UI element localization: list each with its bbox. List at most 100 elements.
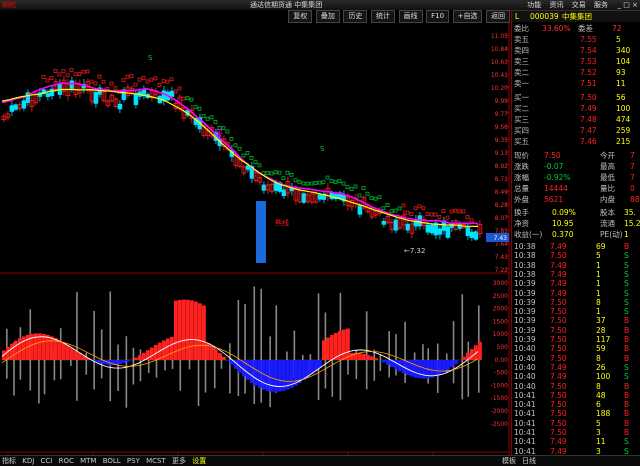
ind-histogram-bar bbox=[478, 342, 482, 360]
band-marker bbox=[398, 207, 401, 210]
bid-row[interactable]: 买一7.5056 bbox=[512, 92, 640, 103]
current-price-label: 7.43 bbox=[494, 235, 508, 242]
adjust-button[interactable]: 复权 bbox=[288, 10, 312, 23]
kline-chart[interactable]: 11.0510.8410.6310.4110.209.999.779.569.3… bbox=[0, 23, 510, 455]
stat-value2: 7 bbox=[630, 161, 635, 172]
bid-vol: 259 bbox=[616, 125, 630, 136]
maximize-icon[interactable]: □ bbox=[623, 1, 630, 9]
bid-vol: 474 bbox=[616, 114, 630, 125]
bid-row[interactable]: 买二7.49100 bbox=[512, 103, 640, 114]
stat-row[interactable]: 外盘5621内盘88 bbox=[512, 194, 640, 205]
history-button[interactable]: 历史 bbox=[343, 10, 367, 23]
stat-row[interactable]: 涨幅-0.92%最低7 bbox=[512, 172, 640, 183]
candle-body bbox=[274, 183, 278, 190]
ask-price: 7.53 bbox=[580, 56, 597, 67]
candle-body bbox=[406, 224, 410, 230]
band-marker bbox=[166, 80, 169, 83]
band-marker bbox=[354, 185, 357, 188]
ask-vol: 5 bbox=[616, 34, 621, 45]
menu-service[interactable]: 服务 bbox=[594, 1, 608, 9]
band-marker bbox=[46, 79, 49, 82]
ind-histogram-bar bbox=[70, 348, 74, 360]
price-axis: 11.0510.8410.6310.4110.209.999.779.569.3… bbox=[486, 33, 510, 428]
ind-histogram-bar bbox=[462, 357, 466, 360]
bid-row[interactable]: 买三7.48474 bbox=[512, 114, 640, 125]
ind-axis-label: -2500 bbox=[491, 421, 509, 428]
bid-row[interactable]: 买五7.46215 bbox=[512, 136, 640, 147]
options-label[interactable]: 期权 bbox=[2, 0, 16, 10]
band-marker bbox=[402, 204, 405, 207]
ind-histogram-bar bbox=[342, 330, 346, 360]
ind-histogram-bar bbox=[42, 334, 46, 360]
back-button[interactable]: 返回 bbox=[486, 10, 510, 23]
menu-info[interactable]: 资讯 bbox=[550, 1, 564, 9]
overlay-button[interactable]: 叠加 bbox=[316, 10, 340, 23]
band-marker bbox=[306, 182, 309, 185]
band-marker bbox=[390, 210, 393, 213]
ask-row[interactable]: 卖三7.53104 bbox=[512, 56, 640, 67]
stat-value: -0.07 bbox=[544, 161, 563, 172]
band-marker bbox=[406, 211, 409, 214]
bid-price: 7.46 bbox=[580, 136, 597, 147]
menu-trade[interactable]: 交易 bbox=[572, 1, 586, 9]
ask-row[interactable]: 卖五7.555 bbox=[512, 34, 640, 45]
band-marker bbox=[382, 207, 385, 210]
price-axis-label: 7.43 bbox=[495, 254, 509, 261]
stat-row[interactable]: 涨跌-0.07最高7 bbox=[512, 161, 640, 172]
add-watchlist-button[interactable]: +自选 bbox=[453, 10, 483, 23]
band-marker bbox=[198, 107, 201, 110]
band-marker bbox=[450, 210, 453, 213]
band-marker bbox=[94, 82, 97, 85]
ind-histogram-bar bbox=[38, 333, 42, 360]
bear-line-label: 熊线 bbox=[275, 218, 289, 227]
band-marker bbox=[158, 83, 161, 86]
band-marker bbox=[90, 80, 93, 83]
stat-row[interactable]: 现价7.50今开7 bbox=[512, 150, 640, 161]
ind-histogram-bar bbox=[438, 360, 442, 375]
bid-price: 7.48 bbox=[580, 114, 597, 125]
band-marker bbox=[186, 97, 189, 100]
ind-histogram-bar bbox=[394, 360, 398, 369]
stat-value2: 1 bbox=[624, 229, 629, 240]
ind-histogram-bar bbox=[122, 360, 126, 363]
price-axis-label: 7.64 bbox=[495, 241, 509, 248]
minimize-icon[interactable]: _ bbox=[618, 1, 622, 9]
draw-line-button[interactable]: 画线 bbox=[399, 10, 423, 23]
stat-row[interactable]: 总量14444量比0 bbox=[512, 183, 640, 194]
ind-histogram-bar bbox=[330, 335, 334, 360]
band-marker bbox=[430, 213, 433, 216]
ask-row[interactable]: 卖一7.5111 bbox=[512, 78, 640, 89]
stat-row[interactable]: 净资10.95流通15.2 bbox=[512, 218, 640, 229]
ind-histogram-bar bbox=[178, 300, 182, 360]
bid-row[interactable]: 买四7.47259 bbox=[512, 125, 640, 136]
bottom-tab-bar: 指标 KDJ CCI ROC MTM BOLL PSY MCST 更多 设置 模… bbox=[0, 455, 640, 466]
band-marker bbox=[282, 177, 285, 180]
band-marker bbox=[418, 205, 421, 208]
band-marker bbox=[458, 210, 461, 213]
candle-body bbox=[262, 185, 266, 190]
stat-row[interactable]: 收益(一)0.370PE(动)1 bbox=[512, 229, 640, 240]
close-icon[interactable]: × bbox=[632, 1, 638, 9]
band-marker bbox=[394, 209, 397, 212]
band-marker bbox=[174, 90, 177, 93]
price-axis-label: 9.35 bbox=[495, 137, 509, 144]
ask-row[interactable]: 卖二7.5293 bbox=[512, 67, 640, 78]
band-marker bbox=[62, 70, 65, 73]
stats-button[interactable]: 统计 bbox=[371, 10, 395, 23]
ind-histogram-bar bbox=[214, 349, 218, 360]
ind-histogram-bar bbox=[374, 358, 378, 360]
ind-histogram-bar bbox=[254, 360, 258, 386]
band-marker bbox=[126, 75, 129, 78]
band-marker bbox=[250, 156, 253, 159]
menu-function[interactable]: 功能 bbox=[527, 1, 541, 9]
ind-axis-label: 2000 bbox=[493, 306, 508, 313]
f10-button[interactable]: F10 bbox=[426, 10, 449, 23]
stat-row[interactable]: 换手0.09%股本35. bbox=[512, 207, 640, 218]
band-marker bbox=[210, 116, 213, 119]
ind-axis-label: 500 bbox=[497, 344, 509, 351]
candle-body bbox=[426, 225, 430, 232]
window-buttons: _ □ × bbox=[618, 1, 638, 9]
buy-point-label: 买 bbox=[215, 129, 223, 138]
ask-row[interactable]: 卖四7.54340 bbox=[512, 45, 640, 56]
ind-axis-label: 1500 bbox=[493, 318, 508, 325]
